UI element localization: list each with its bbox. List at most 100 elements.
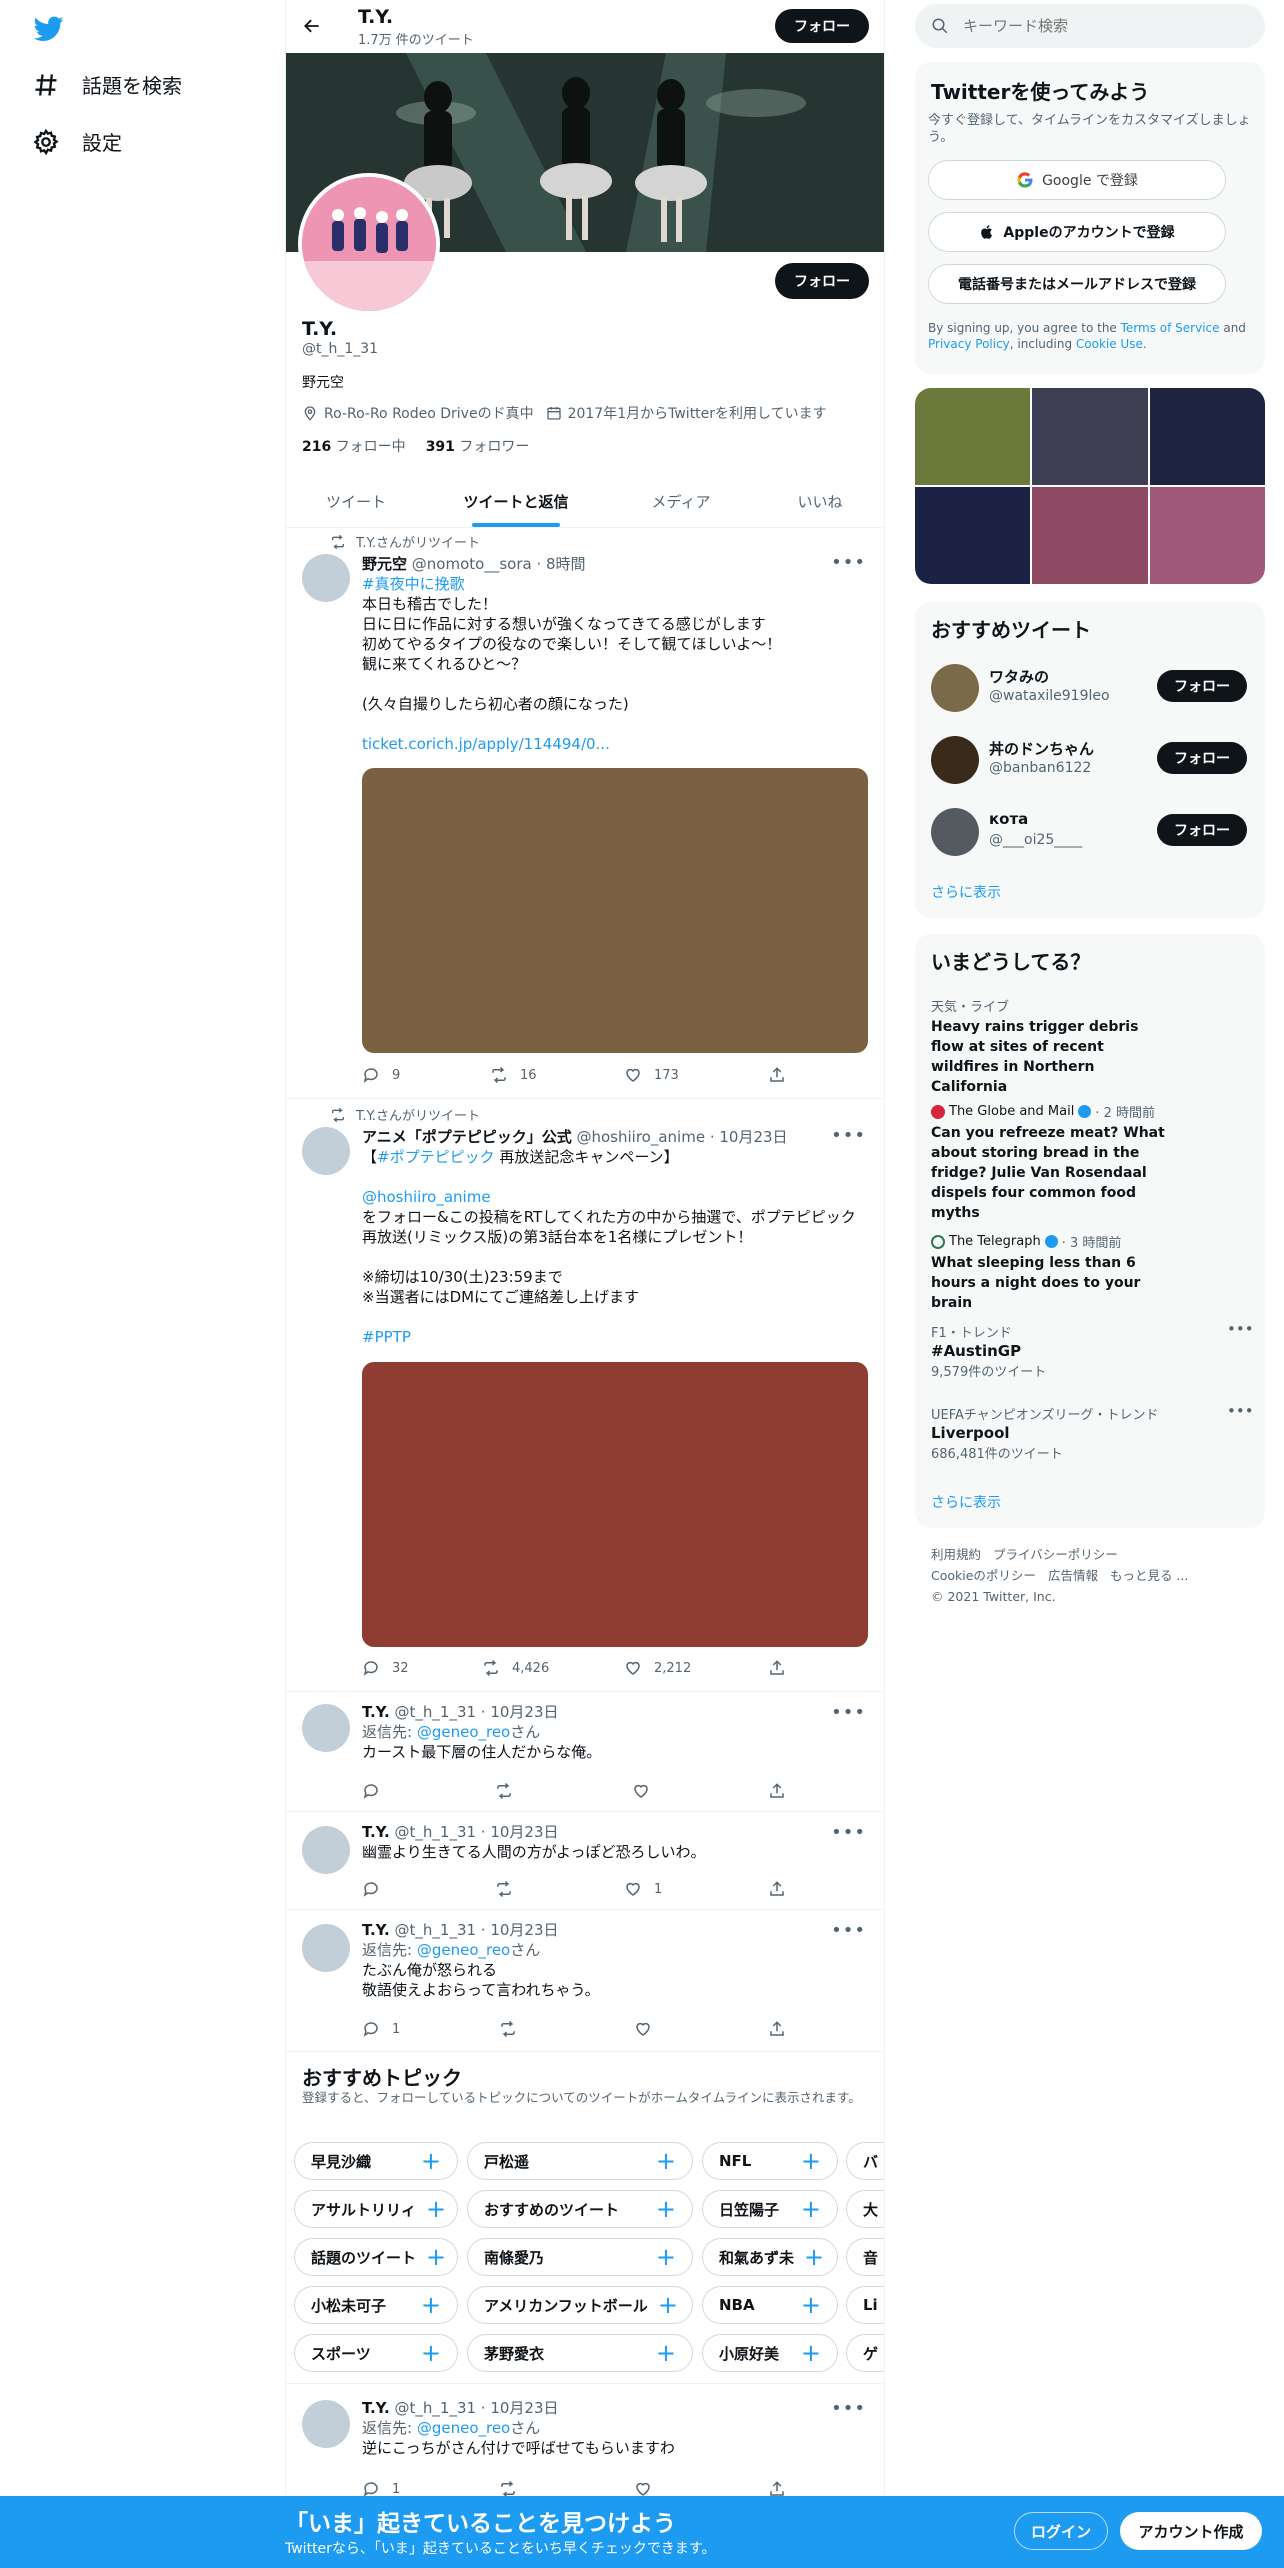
like-button[interactable]: 2,212 (624, 1659, 691, 1677)
search-box[interactable] (915, 4, 1265, 48)
media-thumbnail[interactable] (1032, 487, 1148, 584)
share-button[interactable] (768, 1880, 786, 1898)
profile-avatar[interactable] (298, 173, 440, 315)
tweet-author-name[interactable]: T.Y. (362, 1823, 390, 1841)
following-link[interactable]: 216 フォロー中 (302, 436, 406, 456)
tweet[interactable]: T.Y.さんがリツイート ••• 野元空 @nomoto__sora · 8時間… (286, 528, 884, 1099)
media-thumbnail[interactable] (1032, 388, 1148, 485)
topic-chip[interactable]: 小松未可子 + (294, 2286, 458, 2324)
privacy-link[interactable]: Privacy Policy (928, 337, 1010, 351)
like-button[interactable] (634, 2020, 664, 2038)
avatar[interactable] (302, 554, 350, 602)
tweet-author-name[interactable]: T.Y. (362, 1921, 390, 1939)
phone-signup-button[interactable]: 電話番号またはメールアドレスで登録 (928, 264, 1226, 304)
retweet-button[interactable]: 4,426 (482, 1659, 549, 1677)
reply-to-mention[interactable]: @geneo_reo (417, 2419, 510, 2437)
follow-suggestion[interactable]: 丼のドンちゃん @banban6122 フォロー (931, 734, 1251, 786)
topic-chip[interactable]: おすすめのツイート + (467, 2190, 693, 2228)
nav-explore[interactable]: 話題を検索 (32, 70, 182, 99)
avatar[interactable] (931, 808, 979, 856)
tweet-author-name[interactable]: アニメ「ポプテピピック」公式 (362, 1128, 572, 1146)
avatar[interactable] (302, 1127, 350, 1175)
tweet-media-image[interactable] (362, 768, 868, 1053)
retweet-button[interactable] (495, 1880, 525, 1898)
retweet-button[interactable] (499, 2020, 529, 2038)
media-thumbnail[interactable] (1150, 487, 1265, 584)
topic-chip[interactable]: 日笠陽子 + (702, 2190, 838, 2228)
show-more-link[interactable]: さらに表示 (931, 882, 1001, 902)
retweet-button[interactable] (495, 1782, 525, 1800)
suggestion-follow-button[interactable]: フォロー (1157, 742, 1247, 774)
reply-button[interactable]: 1 (362, 2020, 400, 2038)
show-more-link[interactable]: さらに表示 (931, 1492, 1001, 1512)
trend-item[interactable]: The Globe and Mail · 2 時間前 Can you refre… (931, 1102, 1171, 1223)
share-button[interactable] (768, 2020, 786, 2038)
footer-link[interactable]: 広告情報 (1048, 1565, 1098, 1586)
topic-chip[interactable]: アサルトリリィ + (294, 2190, 458, 2228)
tweet[interactable]: ••• T.Y. @t_h_1_31 · 10月23日 幽霊より生きてる人間の方… (286, 1812, 884, 1910)
reply-button[interactable]: 32 (362, 1659, 409, 1677)
avatar[interactable] (931, 736, 979, 784)
topic-chip[interactable]: 戸松遥 + (467, 2142, 693, 2180)
topic-chip[interactable]: NBA + (702, 2286, 838, 2324)
more-icon[interactable]: ••• (1227, 1320, 1254, 1338)
media-thumbnail[interactable] (915, 388, 1030, 485)
topic-chip[interactable]: NFL + (702, 2142, 838, 2180)
create-account-button[interactable]: アカウント作成 (1120, 2512, 1262, 2550)
suggestion-follow-button[interactable]: フォロー (1157, 670, 1247, 702)
topic-chip[interactable]: 和氣あず未 + (702, 2238, 838, 2276)
topic-chip[interactable]: 話題のツイート + (294, 2238, 458, 2276)
tweet-hashtag[interactable]: #ポプテピピック (377, 1148, 495, 1166)
tab-tweets[interactable]: ツイート (286, 475, 426, 527)
avatar[interactable] (302, 1704, 350, 1752)
reply-to-mention[interactable]: @geneo_reo (417, 1723, 510, 1741)
suggestion-follow-button[interactable]: フォロー (1157, 814, 1247, 846)
google-signup-button[interactable]: Google で登録 (928, 160, 1226, 200)
profile-follow-button[interactable]: フォロー (775, 263, 869, 299)
media-thumbnail[interactable] (1150, 388, 1265, 485)
avatar[interactable] (302, 2400, 350, 2448)
tweet[interactable]: ••• T.Y. @t_h_1_31 · 10月23日 返信先: @geneo_… (286, 1910, 884, 2052)
topic-chip[interactable]: Li (846, 2286, 884, 2324)
topic-chip[interactable]: 小原好美 + (702, 2334, 838, 2372)
tweet[interactable]: ••• T.Y. @t_h_1_31 · 10月23日 返信先: @geneo_… (286, 2384, 884, 2500)
tweet[interactable]: T.Y.さんがリツイート ••• アニメ「ポプテピピック」公式 @hoshiir… (286, 1099, 884, 1692)
tab-likes[interactable]: いいね (756, 475, 884, 527)
topic-chip[interactable]: 大 (846, 2190, 884, 2228)
trend-item[interactable]: F1・トレンド #AustinGP 9,579件のツイート (931, 1322, 1251, 1380)
follow-suggestion[interactable]: ワタみの @wataxile919leo フォロー (931, 662, 1251, 714)
avatar[interactable] (302, 1826, 350, 1874)
terms-link[interactable]: Terms of Service (1121, 321, 1220, 335)
tweet-link[interactable]: ticket.corich.jp/apply/114494/0... (362, 734, 870, 754)
login-button[interactable]: ログイン (1014, 2512, 1108, 2550)
share-button[interactable] (768, 1066, 786, 1084)
tweet[interactable]: ••• T.Y. @t_h_1_31 · 10月23日 返信先: @geneo_… (286, 1692, 884, 1812)
reply-button[interactable] (362, 1880, 392, 1898)
topic-chip[interactable]: 早見沙織 + (294, 2142, 458, 2180)
more-icon[interactable]: ••• (1227, 1402, 1254, 1420)
header-follow-button[interactable]: フォロー (775, 9, 869, 43)
footer-link[interactable]: Cookieのポリシー (931, 1565, 1036, 1586)
tweet-hashtag[interactable]: #PPTP (362, 1327, 870, 1347)
trend-item[interactable]: 天気・ライブ Heavy rains trigger debris flow a… (931, 996, 1171, 1097)
footer-link[interactable]: 利用規約 (931, 1544, 981, 1565)
search-input[interactable] (963, 17, 1233, 35)
topic-chip[interactable]: アメリカンフットボール + (467, 2286, 693, 2324)
topic-chip[interactable]: スポーツ + (294, 2334, 458, 2372)
like-button[interactable]: 1 (624, 1880, 662, 1898)
tweet-media-image[interactable] (362, 1362, 868, 1647)
footer-link[interactable]: プライバシーポリシー (993, 1544, 1118, 1565)
trend-item[interactable]: UEFAチャンピオンズリーグ・トレンド Liverpool 686,481件のツ… (931, 1404, 1251, 1462)
nav-settings[interactable]: 設定 (32, 127, 122, 156)
retweet-button[interactable]: 16 (490, 1066, 537, 1084)
topic-chip[interactable]: 音 (846, 2238, 884, 2276)
avatar[interactable] (931, 664, 979, 712)
media-thumbnail[interactable] (915, 487, 1030, 584)
topic-chip[interactable]: 茅野愛衣 + (467, 2334, 693, 2372)
like-button[interactable]: 173 (624, 1066, 679, 1084)
apple-signup-button[interactable]: Appleのアカウントで登録 (928, 212, 1226, 252)
avatar[interactable] (302, 1924, 350, 1972)
tweet-author-name[interactable]: T.Y. (362, 1703, 390, 1721)
reply-button[interactable] (362, 1782, 392, 1800)
followers-link[interactable]: 391 フォロワー (426, 436, 530, 456)
